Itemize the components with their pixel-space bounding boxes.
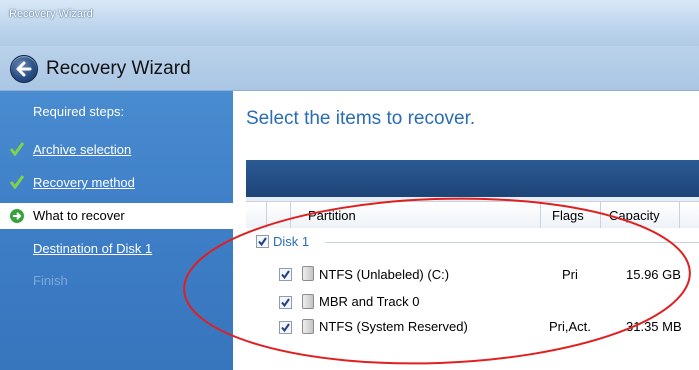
annotation-ellipse [183, 197, 691, 365]
